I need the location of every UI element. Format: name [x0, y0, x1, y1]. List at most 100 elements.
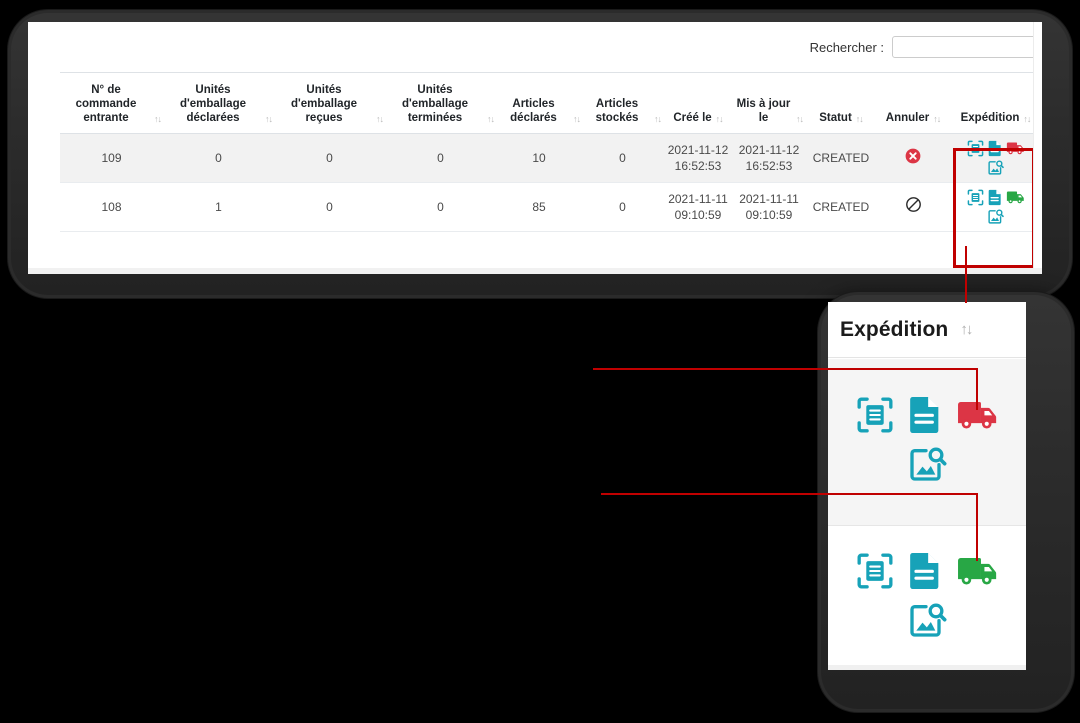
document-scan-icon[interactable]	[856, 396, 894, 439]
table-row[interactable]: 109 0 0 0 10 0 2021-11-12 16:52:53 2021-…	[60, 134, 1042, 183]
image-search-icon[interactable]	[907, 444, 947, 489]
zoom-expedition-title: Expédition	[840, 318, 948, 342]
zoom-detail-device-frame: Expédition ↑↓	[818, 292, 1074, 712]
document-icon[interactable]	[987, 140, 1003, 157]
document-icon[interactable]	[908, 551, 942, 596]
cell-order-no: 109	[60, 134, 163, 183]
image-search-icon[interactable]	[987, 159, 1004, 176]
callout-line-1-vertical	[976, 368, 978, 410]
sort-icon[interactable]: ↑↓	[856, 115, 863, 125]
callout-line-1-horizontal	[593, 368, 978, 370]
col-packaging-received[interactable]: Unités d'emballage reçues ↑↓	[274, 73, 385, 134]
zoom-bottom-scrollbar[interactable]	[828, 665, 1026, 670]
document-icon[interactable]	[987, 189, 1003, 206]
callout-line-2-horizontal	[601, 493, 976, 495]
sort-icon[interactable]: ↑↓	[1023, 115, 1030, 125]
col-order-no-label: N° de commande entrante	[62, 83, 150, 125]
cell-updated-at: 2021-11-11 09:10:59	[733, 183, 805, 232]
cell-expedition[interactable]	[949, 183, 1042, 232]
zoom-detail-screen: Expédition ↑↓	[828, 302, 1026, 670]
document-icon[interactable]	[908, 395, 942, 440]
prohibited-icon[interactable]	[905, 202, 922, 216]
red-circle-x-icon[interactable]	[905, 153, 921, 167]
cell-order-no: 108	[60, 183, 163, 232]
sort-icon[interactable]: ↑↓	[487, 115, 494, 125]
col-articles-declared-label: Articles déclarés	[498, 97, 569, 125]
sort-icon[interactable]: ↑↓	[960, 321, 971, 338]
search-input[interactable]	[892, 36, 1040, 58]
cell-expedition[interactable]	[949, 134, 1042, 183]
sort-icon[interactable]: ↑↓	[154, 115, 161, 125]
sort-icon[interactable]: ↑↓	[716, 115, 723, 125]
zoom-expedition-header[interactable]: Expédition ↑↓	[828, 302, 1026, 358]
col-packaging-declared[interactable]: Unités d'emballage déclarées ↑↓	[163, 73, 274, 134]
cell-created-at: 2021-11-11 09:10:59	[663, 183, 733, 232]
cell-status: CREATED	[805, 134, 877, 183]
image-search-icon[interactable]	[987, 208, 1004, 225]
table-row[interactable]: 108 1 0 0 85 0 2021-11-11 09:10:59 2021-…	[60, 183, 1042, 232]
col-order-no[interactable]: N° de commande entrante ↑↓	[60, 73, 163, 134]
col-status-label: Statut	[819, 111, 852, 125]
callout-connector-vertical-main	[965, 246, 967, 303]
col-articles-stored[interactable]: Articles stockés ↑↓	[582, 73, 663, 134]
cell-packaging-finished: 0	[385, 183, 496, 232]
sort-icon[interactable]: ↑↓	[654, 115, 661, 125]
zoom-icon-row-bottom	[907, 444, 947, 489]
search-area: Rechercher :	[810, 36, 1040, 58]
sort-icon[interactable]: ↑↓	[573, 115, 580, 125]
cell-cancel[interactable]	[877, 134, 949, 183]
truck-icon[interactable]	[1006, 190, 1025, 205]
cell-updated-at: 2021-11-12 16:52:53	[733, 134, 805, 183]
incoming-orders-table: N° de commande entrante ↑↓ Unités d'embal…	[60, 72, 1042, 232]
main-screen: Rechercher : N° de commande entrante ↑↓ U…	[28, 22, 1042, 274]
main-device-frame: Rechercher : N° de commande entrante ↑↓ U…	[8, 10, 1072, 298]
col-articles-stored-label: Articles stockés	[584, 97, 650, 125]
horizontal-scrollbar[interactable]	[28, 268, 1042, 274]
zoom-expedition-cell-row2[interactable]	[828, 526, 1026, 670]
col-status[interactable]: Statut ↑↓	[805, 73, 877, 134]
col-updated-at-label: Mis à jour le	[735, 97, 792, 125]
image-search-icon[interactable]	[907, 600, 947, 645]
sort-icon[interactable]: ↑↓	[376, 115, 383, 125]
document-scan-icon[interactable]	[967, 189, 984, 206]
col-created-at[interactable]: Créé le ↑↓	[663, 73, 733, 134]
cell-articles-declared: 85	[496, 183, 582, 232]
callout-line-2-vertical	[976, 493, 978, 561]
cell-articles-stored: 0	[582, 183, 663, 232]
cell-packaging-declared: 1	[163, 183, 274, 232]
table-body: 109 0 0 0 10 0 2021-11-12 16:52:53 2021-…	[60, 134, 1042, 232]
sort-icon[interactable]: ↑↓	[796, 115, 803, 125]
cell-articles-stored: 0	[582, 134, 663, 183]
cell-packaging-received: 0	[274, 183, 385, 232]
cell-created-at: 2021-11-12 16:52:53	[663, 134, 733, 183]
col-expedition[interactable]: Expédition↑↓	[949, 73, 1042, 134]
sort-icon[interactable]: ↑↓	[265, 115, 272, 125]
col-articles-declared[interactable]: Articles déclarés ↑↓	[496, 73, 582, 134]
document-scan-icon[interactable]	[967, 140, 984, 157]
expedition-icon-group	[959, 189, 1033, 225]
cell-cancel[interactable]	[877, 183, 949, 232]
col-cancel[interactable]: Annuler ↑↓	[877, 73, 949, 134]
table-header: N° de commande entrante ↑↓ Unités d'embal…	[60, 73, 1042, 134]
cell-packaging-declared: 0	[163, 134, 274, 183]
col-created-at-label: Créé le	[673, 111, 711, 125]
zoom-icon-row-bottom	[907, 600, 947, 645]
document-scan-icon[interactable]	[856, 552, 894, 595]
col-cancel-label: Annuler	[886, 111, 929, 125]
col-expedition-label: Expédition	[961, 111, 1020, 125]
col-packaging-finished-label: Unités d'emballage terminées	[387, 83, 483, 125]
expedition-icon-group	[959, 140, 1033, 176]
zoom-expedition-cell-row1[interactable]	[828, 359, 1026, 526]
col-packaging-declared-label: Unités d'emballage déclarées	[165, 83, 261, 125]
cell-packaging-finished: 0	[385, 134, 496, 183]
table-header-row: N° de commande entrante ↑↓ Unités d'embal…	[60, 73, 1042, 134]
cell-status: CREATED	[805, 183, 877, 232]
col-updated-at[interactable]: Mis à jour le ↑↓	[733, 73, 805, 134]
sort-icon[interactable]: ↑↓	[933, 115, 940, 125]
col-packaging-received-label: Unités d'emballage reçues	[276, 83, 372, 125]
vertical-scrollbar[interactable]	[1033, 22, 1042, 274]
zoom-icon-group-row2	[856, 551, 999, 645]
truck-icon[interactable]	[1006, 141, 1025, 156]
cell-articles-declared: 10	[496, 134, 582, 183]
col-packaging-finished[interactable]: Unités d'emballage terminées ↑↓	[385, 73, 496, 134]
